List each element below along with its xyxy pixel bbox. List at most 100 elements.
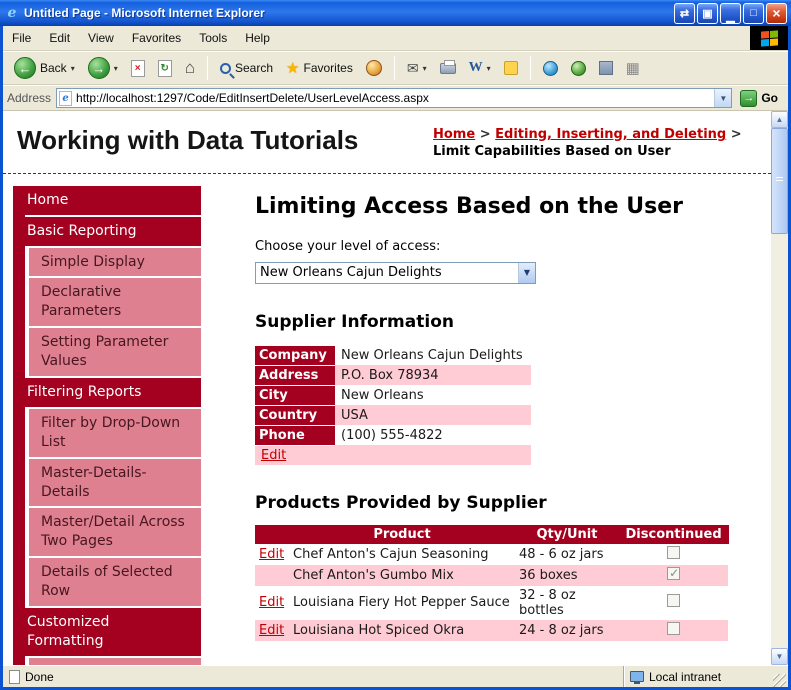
minimize-button[interactable]: ▁ [720,2,741,24]
product-qty: 48 - 6 oz jars [519,546,604,562]
menu-tools[interactable]: Tools [190,26,236,50]
menu-file[interactable]: File [3,26,40,50]
address-dropdown-button[interactable]: ▼ [714,89,732,107]
products-header-row: Product Qty/Unit Discontinued [255,524,729,544]
sidebar-item-master-details-details[interactable]: Master-Details-Details [29,458,201,507]
sidebar-item-simple-display[interactable]: Simple Display [29,247,201,277]
toolbar-separator [529,56,531,80]
page-header: Working with Data Tutorials Home > Editi… [3,111,771,174]
menu-bar: File Edit View Favorites Tools Help [3,26,788,51]
window-title: Untitled Page - Microsoft Internet Explo… [24,6,265,20]
messenger-icon [570,60,586,76]
supplier-row: City New Orleans [255,385,531,406]
sidebar-item-filter-dropdown-list[interactable]: Filter by Drop-Down List [29,408,201,457]
breadcrumb-separator: > [479,127,491,142]
printer-icon [439,59,456,74]
menu-edit[interactable]: Edit [40,26,79,50]
scrollbar-track[interactable] [771,128,788,648]
forward-button[interactable]: → ▾ [83,55,123,81]
discontinued-checkbox[interactable] [667,594,681,608]
status-left-panel: Done [5,669,623,684]
refresh-icon: ↻ [157,59,172,77]
discontinued-checkbox[interactable] [667,566,681,580]
edit-chevron-icon: ▾ [486,63,491,73]
fullscreen-button[interactable]: ▣ [697,2,718,24]
breadcrumb-section-link[interactable]: Editing, Inserting, and Deleting [495,127,726,142]
sidebar-item-basic-reporting[interactable]: Basic Reporting [13,216,201,246]
addon-button-4[interactable]: ▦ [621,57,645,79]
search-label: Search [235,61,274,75]
sidebar-item-setting-parameter-values[interactable]: Setting Parameter Values [29,328,201,377]
notes-button[interactable] [499,59,523,77]
stop-button[interactable]: × [126,58,150,79]
addon-button-3[interactable] [594,59,618,77]
float-window-button[interactable]: ⇄ [674,2,695,24]
refresh-button[interactable]: ↻ [153,58,177,79]
supplier-field-label: City [255,385,335,406]
supplier-field-value: (100) 555-4822 [341,427,443,443]
sidebar-nav: Home Basic Reporting Simple Display Decl… [13,185,201,665]
sidebar-item-format-colors[interactable]: Format Colors [29,657,201,665]
notes-icon [503,61,518,75]
site-title: Working with Data Tutorials [17,125,359,155]
go-button[interactable]: → Go [737,89,784,108]
status-page-icon [9,669,20,684]
address-url: http://localhost:1297/Code/EditInsertDel… [76,91,429,105]
access-level-select[interactable]: New Orleans Cajun Delights ▼ [255,261,536,284]
history-button[interactable] [361,58,387,78]
status-zone-panel: Local intranet [623,666,773,687]
product-edit-link[interactable]: Edit [259,547,284,562]
address-input[interactable]: e http://localhost:1297/Code/EditInsertD… [56,88,733,108]
back-button[interactable]: ← Back ▾ [9,55,80,81]
search-button[interactable]: Search [215,59,278,77]
supplier-row: Phone (100) 555-4822 [255,425,531,446]
breadcrumb-home-link[interactable]: Home [433,127,475,142]
addon-button-1[interactable] [538,59,563,78]
sidebar-item-filtering-reports[interactable]: Filtering Reports [13,378,201,407]
page-body: Home Basic Reporting Simple Display Decl… [3,174,771,665]
scrollbar-thumb[interactable] [771,128,788,234]
supplier-edit-link[interactable]: Edit [261,448,286,463]
go-label: Go [761,91,778,105]
product-edit-link[interactable]: Edit [259,623,284,638]
favorites-button[interactable]: ★ Favorites [281,57,358,79]
menu-view[interactable]: View [79,26,123,50]
throbber [750,26,788,50]
close-button[interactable]: × [766,2,787,24]
supplier-row: Country USA [255,405,531,426]
product-row: Chef Anton's Gumbo Mix 36 boxes [255,564,729,586]
toolbar-separator [393,56,395,80]
status-text: Done [25,669,54,684]
discontinued-checkbox[interactable] [667,545,681,559]
mail-chevron-icon: ▾ [422,63,427,73]
sidebar-item-declarative-parameters[interactable]: Declarative Parameters [29,278,201,327]
product-qty: 32 - 8 oz bottles [519,587,576,618]
mail-button[interactable]: ✉ ▾ [402,58,432,79]
sidebar-item-details-selected-row[interactable]: Details of Selected Row [29,558,201,607]
menu-favorites[interactable]: Favorites [123,26,190,50]
product-edit-link[interactable]: Edit [259,595,284,610]
browser-window: e Untitled Page - Microsoft Internet Exp… [0,0,791,690]
sidebar-item-home[interactable]: Home [13,185,201,215]
supplier-field-label: Phone [255,425,335,446]
print-button[interactable] [435,59,461,76]
menu-help[interactable]: Help [236,26,279,50]
address-label: Address [7,91,52,105]
status-zone-text: Local intranet [649,669,722,684]
home-icon: ⌂ [184,58,195,77]
breadcrumb: Home > Editing, Inserting, and Deleting … [433,127,755,161]
edit-with-word-button[interactable]: W ▾ [464,58,496,78]
supplier-field-label: Address [255,365,335,386]
home-button[interactable]: ⌂ [180,56,200,80]
supplier-field-value: New Orleans [341,387,424,403]
scroll-up-button[interactable]: ▲ [771,111,788,128]
addon-button-2[interactable] [566,59,591,78]
scroll-down-button[interactable]: ▼ [771,648,788,665]
product-name: Louisiana Hot Spiced Okra [293,622,465,638]
resize-grip[interactable] [773,674,786,687]
sidebar-item-customized-formatting[interactable]: Customized Formatting [13,608,201,656]
maximize-button[interactable]: □ [743,2,764,24]
discontinued-checkbox[interactable] [667,621,681,635]
supplier-field-label: Company [255,345,335,366]
sidebar-item-master-detail-two-pages[interactable]: Master/Detail Across Two Pages [29,508,201,557]
